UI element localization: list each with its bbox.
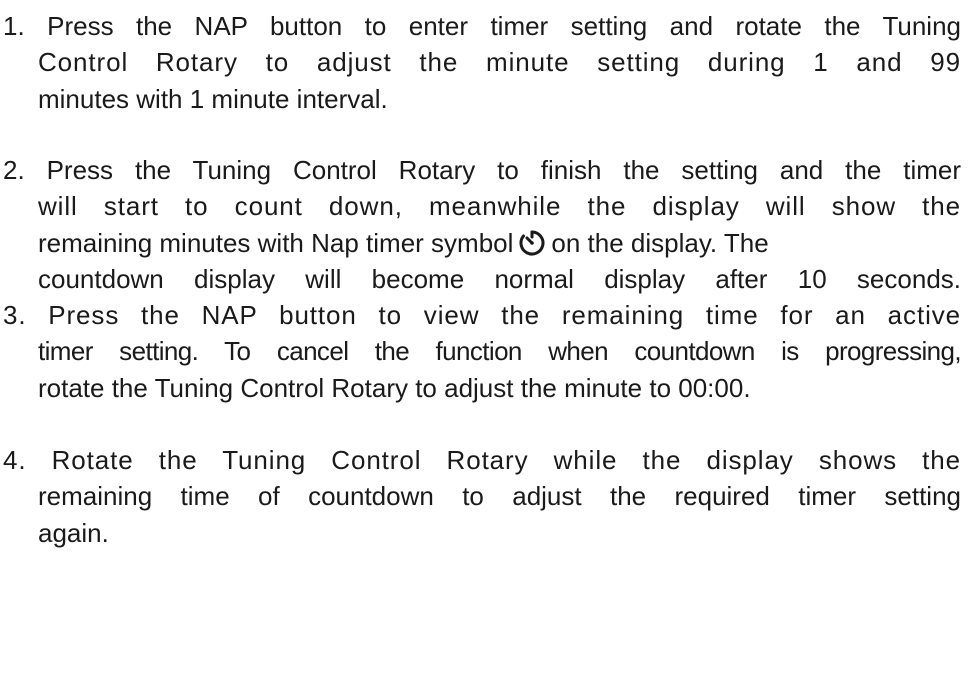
step-3-line-1: 3. Press the NAP button to view the rema… bbox=[3, 300, 961, 330]
step-2-line-2: will start to count down, meanwhile the … bbox=[38, 191, 961, 221]
step-3-line-2: timer setting. To cancel the function wh… bbox=[38, 336, 962, 366]
instruction-page: 1. Press the NAP button to enter timer s… bbox=[0, 0, 969, 676]
step-4-line-2: remaining time of countdown to adjust th… bbox=[38, 481, 961, 511]
step-2-line-3-text-after-icon: on the display. The bbox=[551, 228, 769, 258]
step-2-line-4: countdown display will become normal dis… bbox=[38, 264, 961, 294]
step-2-line-3-text-before-icon: remaining minutes with Nap timer symbol bbox=[38, 228, 514, 258]
nap-timer-icon bbox=[517, 228, 547, 258]
step-1-line-1: 1. Press the NAP button to enter timer s… bbox=[3, 11, 961, 41]
step-2-line-3: remaining minutes with Nap timer symbol … bbox=[38, 226, 961, 260]
step-3-line-3: rotate the Tuning Control Rotary to adju… bbox=[38, 373, 751, 403]
step-4-line-3: again. bbox=[38, 518, 109, 548]
step-1-line-3: minutes with 1 minute interval. bbox=[38, 84, 388, 114]
step-2-line-1: 2. Press the Tuning Control Rotary to fi… bbox=[3, 155, 961, 185]
step-4-line-1: 4. Rotate the Tuning Control Rotary whil… bbox=[3, 445, 961, 475]
step-1-line-2: Control Rotary to adjust the minute sett… bbox=[38, 47, 961, 77]
